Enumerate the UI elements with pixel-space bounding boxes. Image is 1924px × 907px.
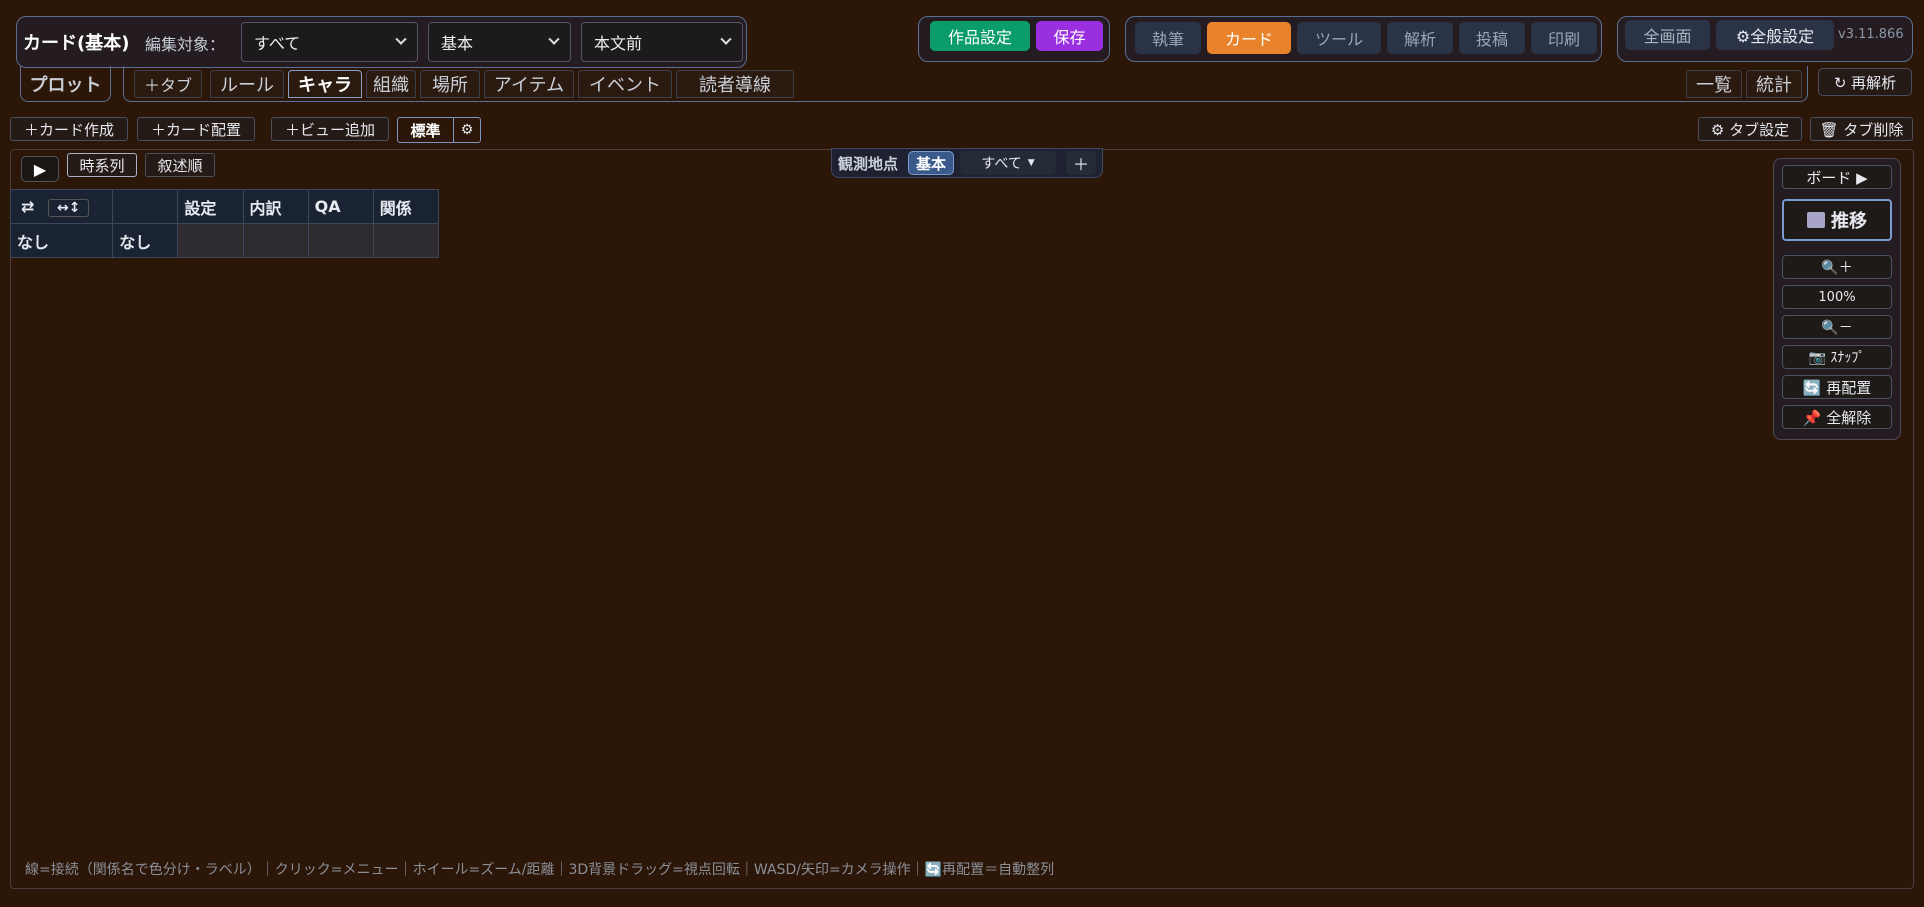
create-card-button[interactable]: ＋カード作成 (10, 117, 128, 141)
column-header: QA (307, 189, 374, 224)
tab-bar: ＋タブ ルール キャラ 組織 場所 アイテム イベント 読者導線 一覧 統計 (123, 66, 1808, 102)
observation-mode-button[interactable]: 基本 (908, 151, 954, 175)
plot-tab-label: プロット (29, 74, 102, 96)
tab-events[interactable]: イベント (578, 70, 672, 98)
zoom-out-button[interactable]: 🔍－ (1782, 315, 1892, 339)
page-title: カード(基本) (23, 33, 130, 54)
table-cell[interactable] (177, 223, 244, 258)
nav-post[interactable]: 投稿 (1459, 22, 1525, 54)
version-label: v3.11.866 (1838, 27, 1904, 42)
narrative-order-button[interactable]: 叙述順 (145, 153, 215, 177)
view-selector: 標準 ⚙ (397, 117, 481, 143)
table-header-row: ⇄ ↔↕ 設定 内訳 QA 関係 (9, 189, 440, 224)
tab-delete-button[interactable]: 🗑 タブ削除 (1810, 117, 1913, 141)
list-button[interactable]: 一覧 (1686, 70, 1742, 98)
observation-filter-select[interactable]: すべて ▼ (960, 151, 1056, 175)
chronological-button[interactable]: 時系列 (67, 153, 137, 177)
table-header-cell: ⇄ ↔↕ (9, 189, 114, 224)
plot-tab[interactable]: プロット (20, 66, 111, 102)
mode-select[interactable]: 基本 (428, 22, 571, 62)
target-select[interactable]: すべて (241, 22, 418, 62)
nav-tools[interactable]: ツール (1297, 22, 1381, 54)
nav-analysis[interactable]: 解析 (1387, 22, 1453, 54)
nav-writing[interactable]: 執筆 (1135, 22, 1201, 54)
chevron-down-icon (395, 33, 407, 45)
transition-button[interactable]: 推移 (1782, 199, 1892, 241)
nav-card[interactable]: カード (1207, 22, 1291, 54)
position-select-value: 本文前 (594, 34, 643, 53)
nav-print[interactable]: 印刷 (1531, 22, 1597, 54)
character-table: ⇄ ↔↕ 設定 内訳 QA 関係 なし なし (9, 189, 440, 258)
table-cell[interactable] (372, 223, 440, 258)
tab-settings-button[interactable]: ⚙ タブ設定 (1698, 117, 1802, 141)
tab-organizations[interactable]: 組織 (366, 70, 416, 98)
table-header-cell (112, 189, 179, 224)
add-tab-button[interactable]: ＋タブ (134, 70, 202, 98)
position-select[interactable]: 本文前 (581, 22, 743, 62)
global-panel: 全画面 ⚙全般設定 v3.11.866 (1617, 16, 1913, 62)
play-button[interactable]: ▶ (21, 156, 59, 182)
tab-items[interactable]: アイテム (484, 70, 574, 98)
tab-reader-flow[interactable]: 読者導線 (676, 70, 794, 98)
observation-add-button[interactable]: ＋ (1066, 151, 1096, 175)
clear-all-button[interactable]: 📌 全解除 (1782, 405, 1892, 429)
edit-target-label: 編集対象： (145, 35, 226, 54)
chevron-down-icon (720, 33, 732, 45)
table-cell[interactable] (307, 223, 374, 258)
zoom-in-button[interactable]: 🔍＋ (1782, 255, 1892, 279)
board-control-panel: ボード ▶ 推移 🔍＋ 100% 🔍－ 📷 ｽﾅｯﾌﾟ 🔄 再配置 📌 全解除 (1773, 158, 1901, 440)
observation-label: 観測地点 (838, 155, 899, 173)
observation-bar: 観測地点 基本 すべて ▼ ＋ (831, 148, 1103, 178)
zoom-level: 100% (1782, 285, 1892, 309)
resize-icon[interactable]: ↔↕ (47, 198, 90, 217)
save-button[interactable]: 保存 (1036, 21, 1103, 51)
target-select-value: すべて (254, 34, 301, 53)
general-settings-button[interactable]: ⚙全般設定 (1716, 20, 1834, 50)
mode-select-value: 基本 (441, 34, 474, 53)
board-button[interactable]: ボード ▶ (1782, 165, 1892, 189)
add-view-button[interactable]: ＋ビュー追加 (271, 117, 389, 141)
main-nav: 執筆 カード ツール 解析 投稿 印刷 (1125, 16, 1602, 62)
column-header: 設定 (177, 189, 244, 224)
transition-label: 推移 (1831, 211, 1867, 232)
table-cell[interactable]: なし (9, 223, 114, 258)
reanalyze-button[interactable]: ↻ 再解析 (1818, 68, 1912, 96)
header-editor-panel: カード(基本) 編集対象： すべて 基本 本文前 (16, 16, 747, 68)
gear-icon[interactable]: ⚙ (454, 118, 480, 142)
place-card-button[interactable]: ＋カード配置 (137, 117, 255, 141)
triangle-down-icon: ▼ (1027, 158, 1035, 168)
swap-icon[interactable]: ⇄ (17, 197, 38, 216)
work-settings-button[interactable]: 作品設定 (930, 21, 1030, 51)
table-cell[interactable]: なし (112, 223, 179, 258)
save-panel: 作品設定 保存 (918, 16, 1110, 62)
table-cell[interactable] (242, 223, 309, 258)
column-header: 内訳 (242, 189, 309, 224)
fullscreen-button[interactable]: 全画面 (1625, 20, 1710, 50)
table-row[interactable]: なし なし (9, 223, 440, 258)
board-area[interactable]: ▶ 時系列 叙述順 観測地点 基本 すべて ▼ ＋ ⇄ ↔↕ 設定 内訳 QA … (9, 148, 1914, 889)
tab-places[interactable]: 場所 (420, 70, 480, 98)
stats-button[interactable]: 統計 (1746, 70, 1802, 98)
rearrange-button[interactable]: 🔄 再配置 (1782, 375, 1892, 399)
chart-icon (1807, 212, 1825, 228)
chevron-down-icon (548, 33, 560, 45)
snap-button[interactable]: 📷 ｽﾅｯﾌﾟ (1782, 345, 1892, 369)
board-hint-text: 線=接続（関係名で色分け・ラベル）｜クリック=メニュー｜ホイール=ズーム/距離｜… (25, 862, 1055, 878)
view-standard-button[interactable]: 標準 (398, 118, 454, 142)
tab-characters[interactable]: キャラ (288, 70, 362, 98)
column-header: 関係 (372, 189, 440, 224)
observation-filter-value: すべて (981, 156, 1022, 172)
tab-rules[interactable]: ルール (210, 70, 284, 98)
